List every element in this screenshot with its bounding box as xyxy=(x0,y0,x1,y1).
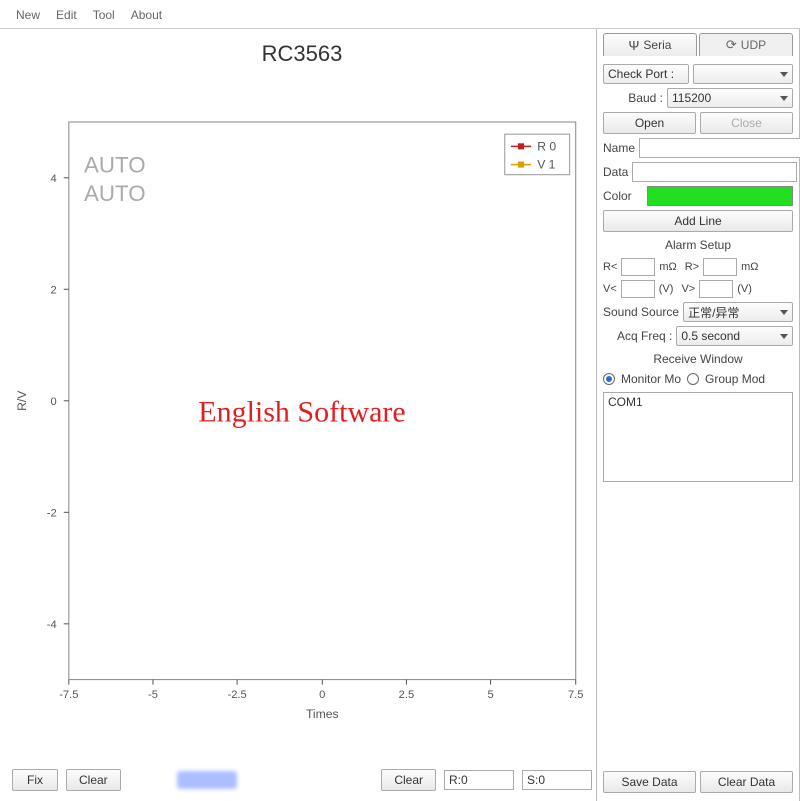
bottom-toolbar: Fix Clear Clear R:0 S:0 xyxy=(8,763,596,793)
v-lt-label: V< xyxy=(603,283,617,295)
tab-udp[interactable]: ⟳ UDP xyxy=(699,33,793,56)
watermark-text: English Software xyxy=(198,396,405,430)
menu-about[interactable]: About xyxy=(125,6,168,24)
acq-freq-dropdown[interactable]: 0.5 second xyxy=(676,326,793,346)
r-gt-unit: mΩ xyxy=(741,261,758,273)
close-button[interactable]: Close xyxy=(700,112,793,134)
clear-button-right[interactable]: Clear xyxy=(381,769,436,791)
v-gt-input[interactable] xyxy=(699,280,733,298)
svg-text:-2: -2 xyxy=(47,507,57,519)
group-mode-label: Group Mod xyxy=(705,372,765,386)
check-port-button[interactable]: Check Port : xyxy=(603,64,689,84)
tab-serial[interactable]: Ψ Seria xyxy=(603,33,697,56)
add-line-button[interactable]: Add Line xyxy=(603,210,793,232)
clear-button-left[interactable]: Clear xyxy=(66,769,121,791)
r-gt-input[interactable] xyxy=(703,258,737,276)
svg-text:-2.5: -2.5 xyxy=(228,689,247,701)
open-button[interactable]: Open xyxy=(603,112,696,134)
svg-text:-5: -5 xyxy=(148,689,158,701)
color-swatch[interactable] xyxy=(647,186,793,206)
right-panel: Ψ Seria ⟳ UDP Check Port : Baud : 115200… xyxy=(596,29,800,801)
fix-button[interactable]: Fix xyxy=(12,769,58,791)
chart-legend: R 0 V 1 xyxy=(505,134,570,175)
chart-title: RC3563 xyxy=(8,41,596,67)
list-item[interactable]: COM1 xyxy=(608,395,788,409)
monitor-mode-label: Monitor Mo xyxy=(621,372,681,386)
menu-edit[interactable]: Edit xyxy=(50,6,83,24)
r-gt-label: R> xyxy=(685,261,699,273)
port-dropdown[interactable] xyxy=(693,64,793,84)
svg-text:2: 2 xyxy=(50,284,56,296)
acq-freq-label: Acq Freq : xyxy=(617,329,672,343)
redacted-chip xyxy=(177,771,237,789)
main-content: RC3563 4 2 0 -2 -4 -7.5 -5 -2.5 xyxy=(0,29,800,801)
menu-new[interactable]: New xyxy=(10,6,46,24)
data-label: Data xyxy=(603,165,628,179)
monitor-mode-radio[interactable] xyxy=(603,373,615,385)
color-label: Color xyxy=(603,189,643,203)
v-lt-unit: (V) xyxy=(659,283,674,295)
data-input[interactable] xyxy=(632,162,797,182)
r-lt-label: R< xyxy=(603,261,617,273)
name-input[interactable] xyxy=(639,138,800,158)
alarm-setup-title: Alarm Setup xyxy=(603,238,793,252)
loop-icon: ⟳ xyxy=(726,37,737,53)
s-status-box: S:0 xyxy=(522,770,592,790)
left-pane: RC3563 4 2 0 -2 -4 -7.5 -5 -2.5 xyxy=(0,29,596,801)
svg-text:-4: -4 xyxy=(47,619,57,631)
svg-text:-7.5: -7.5 xyxy=(59,689,78,701)
v-gt-unit: (V) xyxy=(737,283,752,295)
svg-text:0: 0 xyxy=(319,689,325,701)
auto-annotation-1: AUTO xyxy=(84,153,146,178)
port-listbox[interactable]: COM1 xyxy=(603,392,793,482)
menu-tool[interactable]: Tool xyxy=(87,6,121,24)
group-mode-radio[interactable] xyxy=(687,373,699,385)
v-gt-label: V> xyxy=(681,283,695,295)
r-lt-input[interactable] xyxy=(621,258,655,276)
baud-dropdown[interactable]: 115200 xyxy=(667,88,793,108)
v-lt-input[interactable] xyxy=(621,280,655,298)
clear-data-button[interactable]: Clear Data xyxy=(700,771,793,793)
y-axis-label: R/V xyxy=(15,390,29,411)
sound-source-dropdown[interactable]: 正常/异常 xyxy=(683,302,793,322)
svg-text:5: 5 xyxy=(487,689,493,701)
auto-annotation-2: AUTO xyxy=(84,181,146,206)
svg-text:2.5: 2.5 xyxy=(399,689,415,701)
y-axis: 4 2 0 -2 -4 xyxy=(47,173,69,631)
svg-text:R 0: R 0 xyxy=(537,139,556,153)
baud-label: Baud : xyxy=(603,91,663,105)
name-label: Name xyxy=(603,141,635,155)
panel-tabs: Ψ Seria ⟳ UDP xyxy=(603,33,793,56)
usb-icon: Ψ xyxy=(629,38,640,53)
svg-text:7.5: 7.5 xyxy=(568,689,584,701)
r-lt-unit: mΩ xyxy=(659,261,676,273)
menubar: New Edit Tool About xyxy=(0,0,800,29)
tab-serial-label: Seria xyxy=(643,38,671,52)
svg-text:4: 4 xyxy=(50,173,56,185)
r-status-box: R:0 xyxy=(444,770,514,790)
x-axis-label: Times xyxy=(306,707,339,721)
svg-text:0: 0 xyxy=(50,396,56,408)
tab-udp-label: UDP xyxy=(741,38,766,52)
sound-source-label: Sound Source xyxy=(603,305,679,319)
receive-window-title: Receive Window xyxy=(603,352,793,366)
save-data-button[interactable]: Save Data xyxy=(603,771,696,793)
svg-text:V 1: V 1 xyxy=(537,158,555,172)
chart-area: 4 2 0 -2 -4 -7.5 -5 -2.5 0 2.5 5 7.5 Tim… xyxy=(8,69,596,763)
x-axis: -7.5 -5 -2.5 0 2.5 5 7.5 xyxy=(59,680,583,701)
